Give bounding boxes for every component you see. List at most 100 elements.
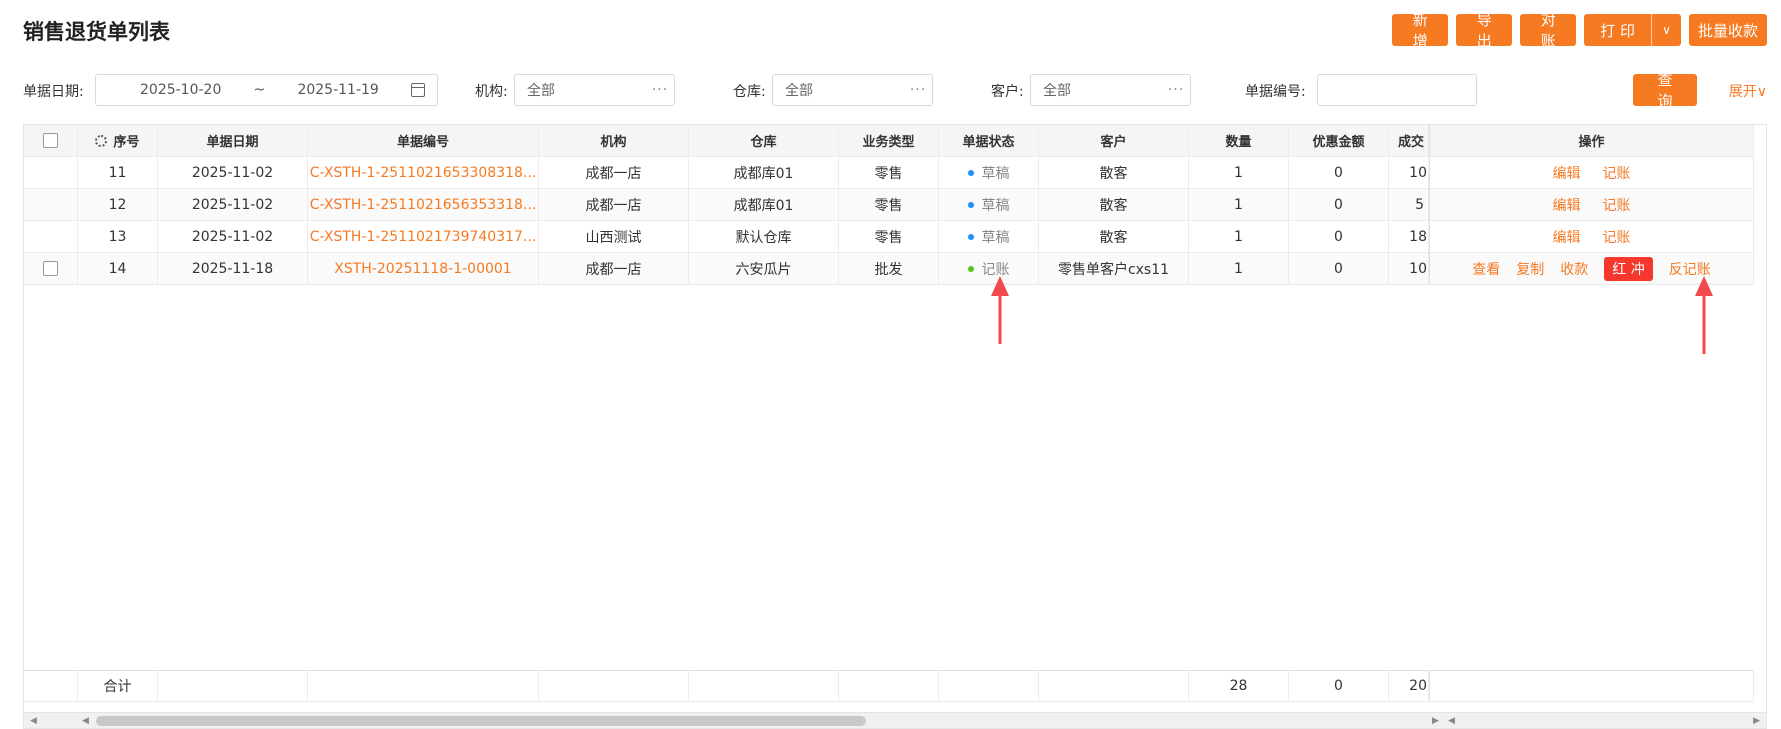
print-button[interactable]: 打 印 — [1584, 14, 1651, 46]
gear-icon[interactable] — [95, 134, 108, 147]
table-row[interactable]: 12 2025-11-02 C-XSTH-1-2511021656353318.… — [24, 189, 1754, 221]
scroll-left-icon[interactable]: ◀ — [30, 715, 37, 726]
more-icon[interactable]: ··· — [904, 82, 932, 98]
cell-warehouse: 六安瓜片 — [689, 253, 839, 284]
cell-discount: 0 — [1289, 189, 1389, 220]
col-discount[interactable]: 优惠金额 — [1289, 125, 1389, 156]
table-row[interactable]: 14 2025-11-18 XSTH-20251118-1-00001 成都一店… — [24, 253, 1754, 285]
cell-date: 2025-11-02 — [158, 157, 308, 188]
select-all-checkbox[interactable] — [43, 133, 58, 148]
cell-date: 2025-11-02 — [158, 189, 308, 220]
cell-status: 草稿 — [939, 189, 1039, 220]
col-type[interactable]: 业务类型 — [839, 125, 939, 156]
cell-deal: 18 — [1389, 221, 1429, 252]
cell-actions: 编辑 记账 — [1429, 189, 1754, 220]
post-link[interactable]: 记账 — [1603, 163, 1631, 183]
row-select-cell — [24, 157, 78, 188]
footer-blank — [158, 671, 308, 701]
cell-qty: 1 — [1189, 157, 1289, 188]
footer-qty: 28 — [1189, 671, 1289, 701]
filter-bar: 单据日期: 2025-10-20 ~ 2025-11-19 机构: 全部 ···… — [23, 71, 1767, 110]
scroll-left-icon[interactable]: ◀ — [82, 715, 89, 726]
view-link[interactable]: 查看 — [1472, 259, 1500, 279]
date-range-picker[interactable]: 2025-10-20 ~ 2025-11-19 — [95, 74, 438, 106]
docno-input[interactable] — [1317, 74, 1477, 106]
new-button[interactable]: 新 增 — [1392, 11, 1449, 50]
red-reverse-button[interactable]: 红 冲 — [1604, 256, 1653, 281]
export-button[interactable]: 导 出 — [1456, 11, 1513, 50]
post-link[interactable]: 记账 — [1603, 227, 1631, 247]
horizontal-scrollbar[interactable]: ◀ ◀ ▶ ◀ ▶ — [24, 712, 1766, 728]
copy-link[interactable]: 复制 — [1516, 259, 1544, 279]
col-date[interactable]: 单据日期 — [158, 125, 308, 156]
status-dot — [967, 233, 974, 240]
row-checkbox[interactable] — [43, 261, 58, 276]
cell-deal: 10 — [1389, 157, 1429, 188]
cell-docno-link[interactable]: XSTH-20251118-1-00001 — [308, 253, 539, 284]
status-text: 草稿 — [981, 197, 1010, 214]
status-dot — [967, 169, 974, 176]
cell-type: 零售 — [839, 157, 939, 188]
query-button[interactable]: 查 询 — [1633, 71, 1697, 110]
col-org[interactable]: 机构 — [539, 125, 689, 156]
col-docno[interactable]: 单据编号 — [308, 125, 539, 156]
cell-warehouse: 默认仓库 — [689, 221, 839, 252]
table-row[interactable]: 13 2025-11-02 C-XSTH-1-2511021739740317.… — [24, 221, 1754, 253]
col-seq[interactable]: 序号 — [78, 125, 158, 156]
cell-docno-link[interactable]: C-XSTH-1-2511021739740317... — [308, 221, 539, 252]
date-end: 2025-11-19 — [297, 82, 379, 98]
batch-collect-button[interactable]: 批量收款 — [1689, 14, 1767, 46]
cell-qty: 1 — [1189, 253, 1289, 284]
col-qty[interactable]: 数量 — [1189, 125, 1289, 156]
cell-deal: 5 — [1389, 189, 1429, 220]
edit-link[interactable]: 编辑 — [1553, 163, 1581, 183]
edit-link[interactable]: 编辑 — [1553, 195, 1581, 215]
more-icon[interactable]: ··· — [1162, 82, 1190, 98]
date-start: 2025-10-20 — [140, 82, 222, 98]
reconcile-button[interactable]: 对 账 — [1520, 11, 1577, 50]
cell-qty: 1 — [1189, 189, 1289, 220]
more-icon[interactable]: ··· — [646, 82, 674, 98]
cell-docno-link[interactable]: C-XSTH-1-2511021653308318... — [308, 157, 539, 188]
cell-seq: 13 — [78, 221, 158, 252]
cell-org: 成都一店 — [539, 253, 689, 284]
footer-blank — [24, 671, 78, 701]
post-link[interactable]: 记账 — [1603, 195, 1631, 215]
annotation-arrow-icon — [991, 276, 1009, 344]
scroll-thumb[interactable] — [96, 716, 866, 726]
cell-customer: 散客 — [1039, 157, 1189, 188]
select-all-cell — [24, 125, 78, 156]
warehouse-select[interactable]: 全部 ··· — [772, 74, 933, 106]
cell-status: 草稿 — [939, 221, 1039, 252]
cell-customer: 散客 — [1039, 189, 1189, 220]
warehouse-value: 全部 — [785, 83, 813, 99]
cell-qty: 1 — [1189, 221, 1289, 252]
scroll-right-icon[interactable]: ▶ — [1753, 715, 1760, 726]
footer-discount: 0 — [1289, 671, 1389, 701]
col-customer[interactable]: 客户 — [1039, 125, 1189, 156]
table-header: 序号 单据日期 单据编号 机构 仓库 业务类型 单据状态 客户 数量 优惠金额 … — [24, 125, 1754, 157]
cell-org: 山西测试 — [539, 221, 689, 252]
cell-date: 2025-11-18 — [158, 253, 308, 284]
scroll-right-icon[interactable]: ▶ — [1432, 715, 1439, 726]
row-select-cell — [24, 189, 78, 220]
col-deal[interactable]: 成交 — [1389, 125, 1429, 156]
expand-toggle[interactable]: 展开∨ — [1729, 81, 1767, 101]
org-select[interactable]: 全部 ··· — [514, 74, 675, 106]
customer-label: 客户: — [991, 84, 1024, 100]
table-row[interactable]: 11 2025-11-02 C-XSTH-1-2511021653308318.… — [24, 157, 1754, 189]
status-text: 草稿 — [981, 165, 1010, 182]
status-dot — [967, 201, 974, 208]
cell-customer: 零售单客户cxs11 — [1039, 253, 1189, 284]
col-status[interactable]: 单据状态 — [939, 125, 1039, 156]
annotation-arrow-icon — [1695, 276, 1713, 354]
customer-select[interactable]: 全部 ··· — [1030, 74, 1191, 106]
col-warehouse[interactable]: 仓库 — [689, 125, 839, 156]
cell-docno-link[interactable]: C-XSTH-1-2511021656353318... — [308, 189, 539, 220]
edit-link[interactable]: 编辑 — [1553, 227, 1581, 247]
collect-link[interactable]: 收款 — [1560, 259, 1588, 279]
footer-blank — [308, 671, 539, 701]
cell-actions: 编辑 记账 — [1429, 157, 1754, 188]
scroll-left-icon[interactable]: ◀ — [1448, 715, 1455, 726]
chevron-down-icon[interactable]: ∨ — [1651, 14, 1681, 46]
